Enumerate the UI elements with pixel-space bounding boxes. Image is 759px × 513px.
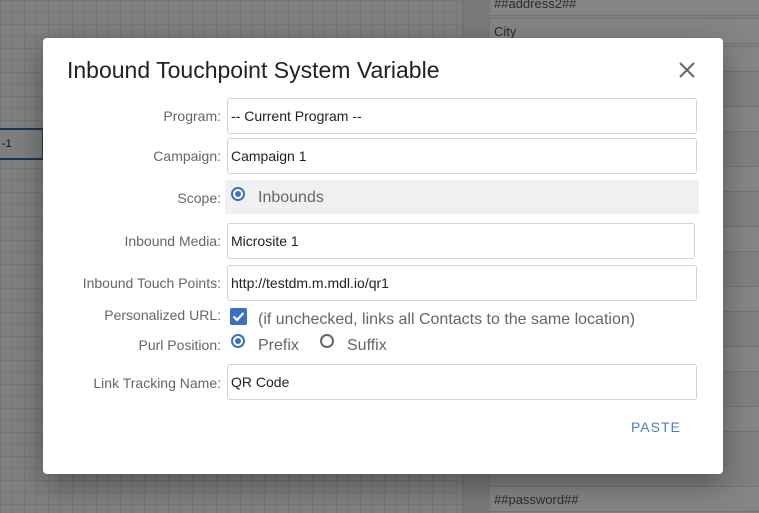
suffix-radio[interactable] <box>320 334 334 348</box>
prefix-radio[interactable] <box>231 334 245 348</box>
paste-button[interactable]: PASTE <box>631 419 681 435</box>
dialog-title: Inbound Touchpoint System Variable <box>67 57 440 83</box>
link-tracking-input[interactable] <box>227 364 697 400</box>
campaign-select[interactable]: Campaign 1 <box>227 138 697 174</box>
close-icon <box>679 62 695 78</box>
prefix-label: Prefix <box>258 337 299 354</box>
touch-points-label: Inbound Touch Points: <box>82 275 221 291</box>
scope-label: Scope: <box>177 190 221 206</box>
program-select[interactable]: -- Current Program -- <box>227 98 697 134</box>
touch-points-select[interactable]: http://testdm.m.mdl.io/qr1 <box>227 265 697 301</box>
scope-inbounds-radio[interactable] <box>231 187 245 201</box>
program-label: Program: <box>163 108 221 124</box>
campaign-label: Campaign: <box>153 148 221 164</box>
link-tracking-label: Link Tracking Name: <box>93 375 221 391</box>
close-button[interactable] <box>676 59 698 81</box>
purl-hint: (if unchecked, links all Contacts to the… <box>258 311 636 328</box>
scope-inbounds-label: Inbounds <box>258 189 324 206</box>
inbound-media-label: Inbound Media: <box>124 233 221 249</box>
purl-label: Personalized URL: <box>104 307 221 323</box>
check-icon <box>232 312 245 322</box>
purl-position-label: Purl Position: <box>138 337 221 353</box>
inbound-media-select[interactable]: Microsite 1 <box>227 223 695 259</box>
purl-checkbox[interactable] <box>230 308 247 325</box>
suffix-label: Suffix <box>347 337 387 354</box>
touchpoint-dialog: Inbound Touchpoint System Variable Progr… <box>43 38 723 474</box>
